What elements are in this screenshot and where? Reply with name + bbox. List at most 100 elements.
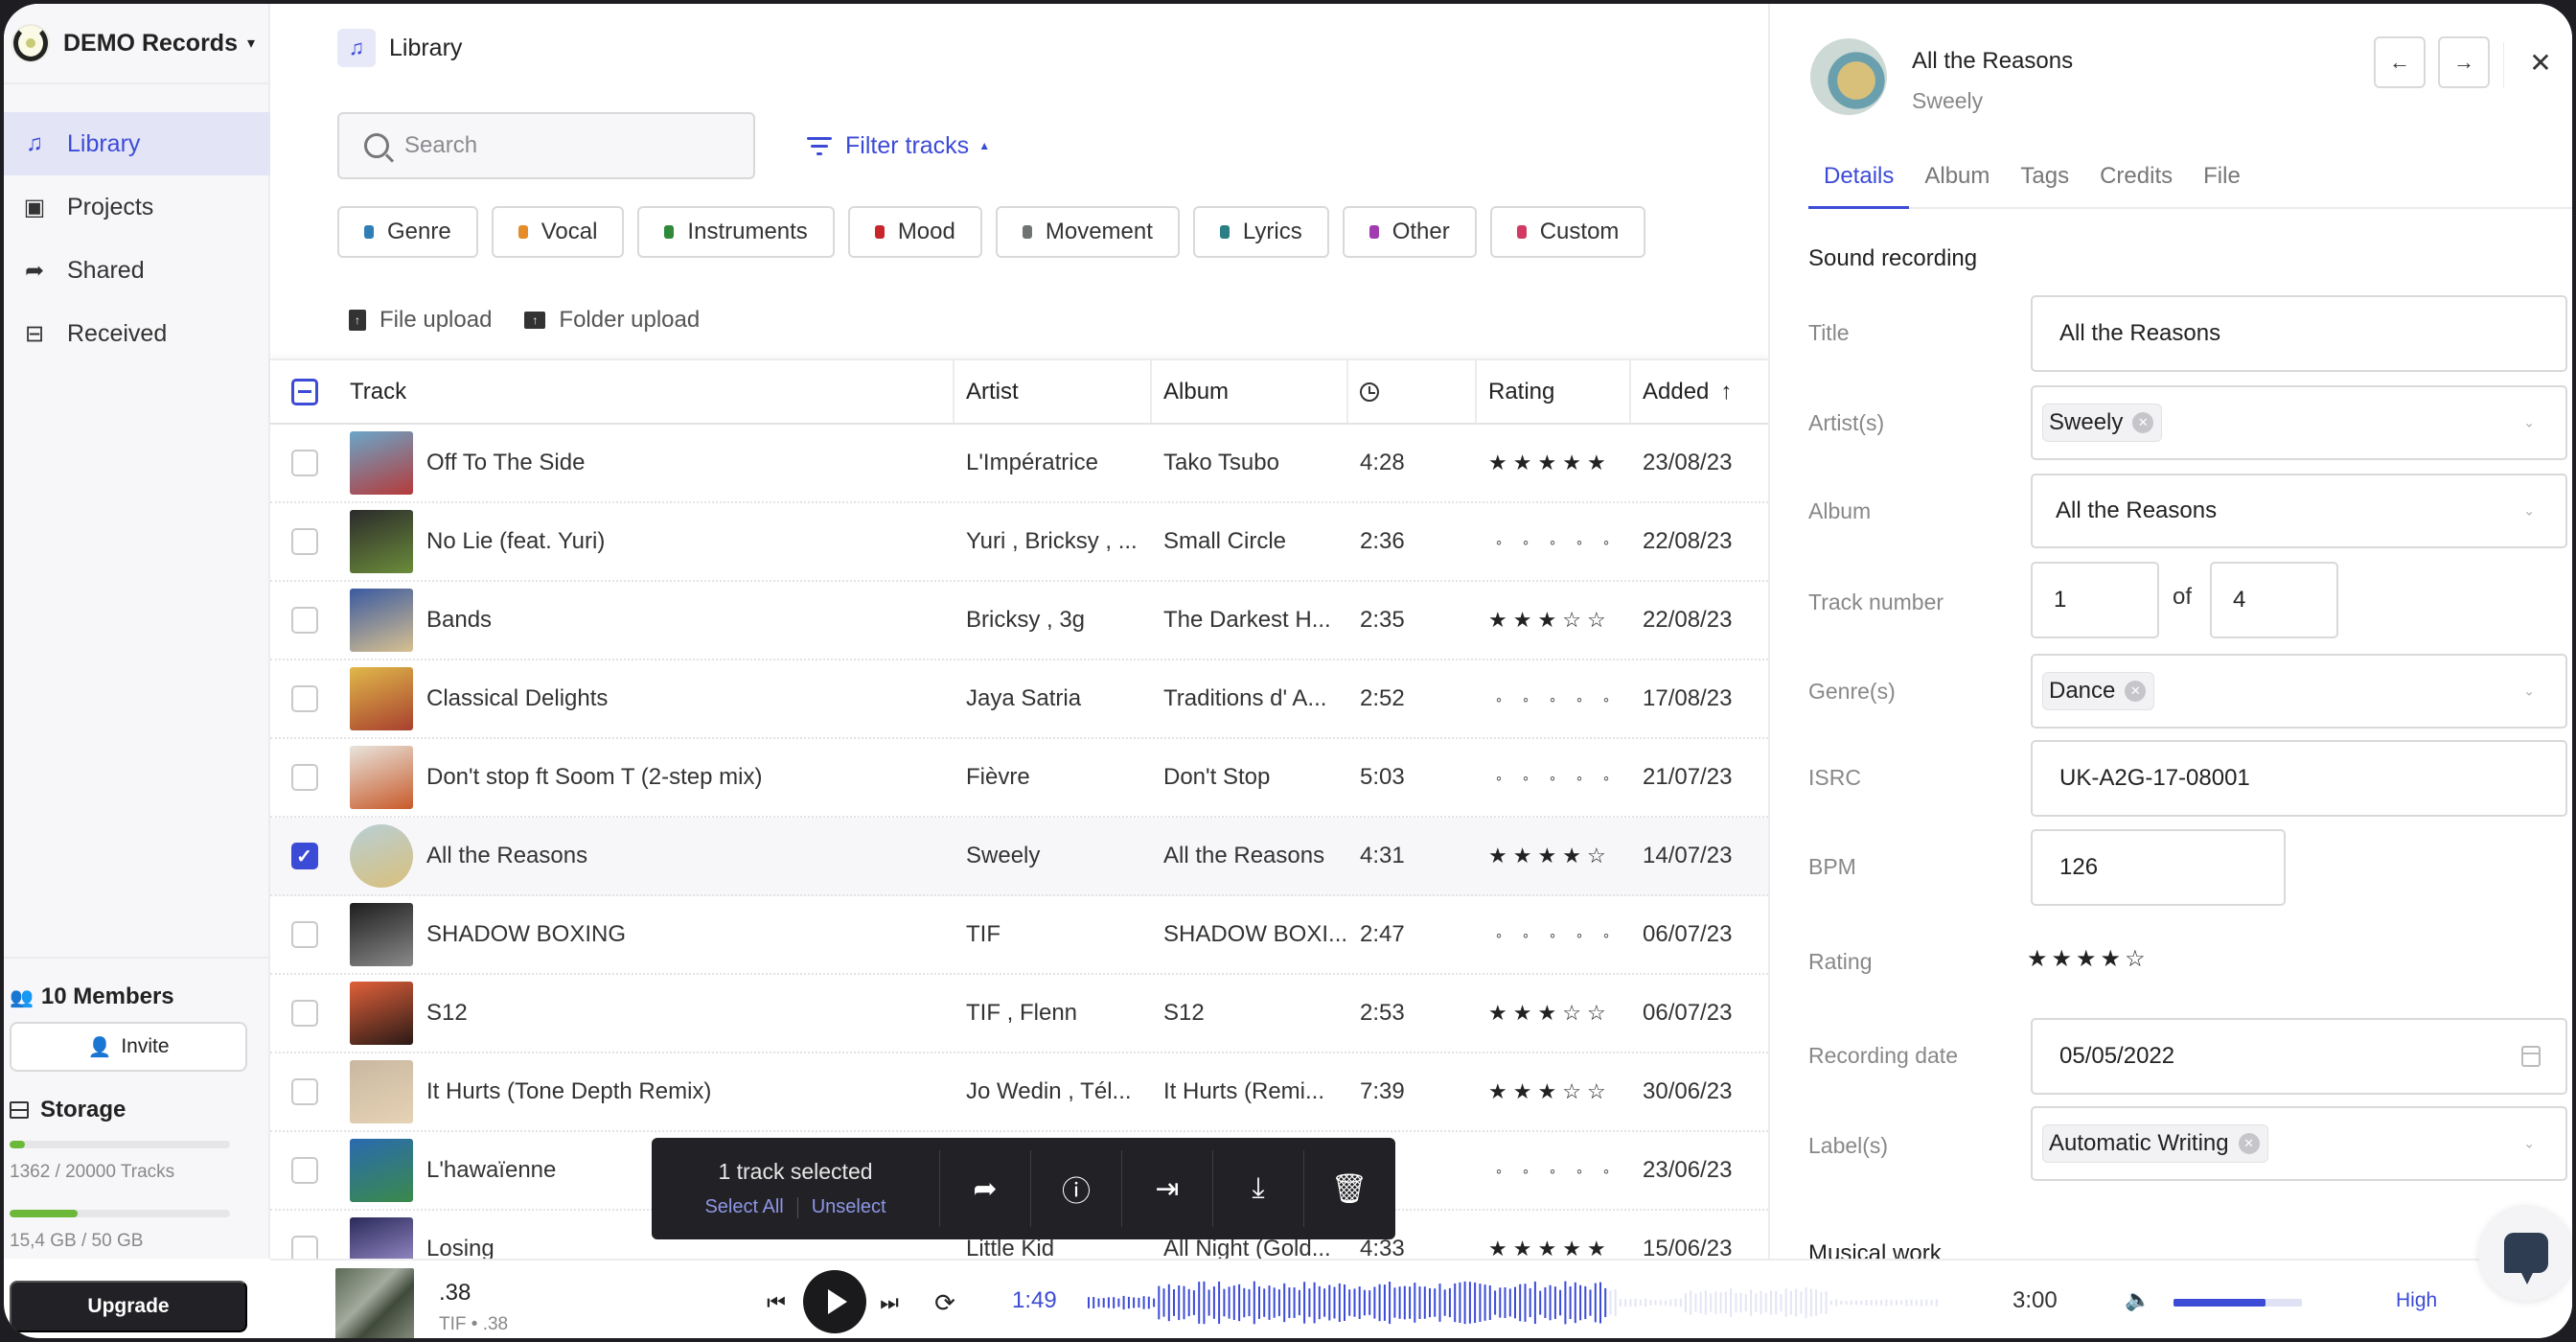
rating-dot-icon[interactable]: ∘ — [1569, 770, 1590, 786]
filter-chip-lyrics[interactable]: Lyrics — [1192, 206, 1329, 258]
remove-tag-icon[interactable]: ✕ — [2238, 1133, 2260, 1154]
star-empty-icon[interactable]: ☆ — [1587, 608, 1606, 633]
star-filled-icon[interactable]: ★ — [1513, 844, 1532, 868]
filter-chip-mood[interactable]: Mood — [847, 206, 982, 258]
isrc-field[interactable]: UK-A2G-17-08001 — [2031, 740, 2567, 817]
table-row[interactable]: Don't stop ft Soom T (2-step mix) Fièvre D… — [270, 739, 1768, 818]
rating-dot-icon[interactable]: ∘ — [1569, 927, 1590, 943]
unselect-link[interactable]: Unselect — [812, 1196, 886, 1218]
rating-dot-icon[interactable]: ∘ — [1488, 1163, 1509, 1179]
rating-dot-icon[interactable]: ∘ — [1488, 770, 1509, 786]
rating-dot-icon[interactable]: ∘ — [1596, 1163, 1617, 1179]
play-button[interactable] — [803, 1270, 866, 1333]
rating-dot-icon[interactable]: ∘ — [1542, 927, 1563, 943]
move-to-folder-button[interactable]: ⇥ — [1121, 1150, 1212, 1227]
row-checkbox[interactable] — [290, 1078, 318, 1105]
chevron-down-icon[interactable]: ⌄ — [2523, 415, 2535, 431]
tab-file[interactable]: File — [2188, 157, 2256, 209]
share-button[interactable]: ➦ — [939, 1150, 1030, 1227]
column-rating[interactable]: Rating — [1477, 360, 1631, 423]
remove-tag-icon[interactable]: ✕ — [2125, 681, 2147, 702]
rating-stars[interactable]: ★ ★ ★ ★ ☆ — [1488, 844, 1606, 868]
tab-details[interactable]: Details — [1808, 157, 1910, 209]
filter-chip-vocal[interactable]: Vocal — [491, 206, 625, 258]
chevron-down-icon[interactable]: ⌄ — [2523, 503, 2535, 520]
sidebar-item-shared[interactable]: ➦ Shared — [4, 239, 270, 302]
rating-dot-icon[interactable]: ∘ — [1515, 927, 1536, 943]
star-filled-icon[interactable]: ★ — [1513, 1001, 1532, 1026]
column-added[interactable]: Added ↑ — [1631, 360, 1768, 423]
rating-input[interactable]: ★ ★ ★ ★ ☆ — [2027, 945, 2146, 973]
star-filled-icon[interactable]: ★ — [1562, 844, 1581, 868]
star-empty-icon[interactable]: ☆ — [2125, 945, 2146, 973]
star-filled-icon[interactable]: ★ — [1537, 451, 1556, 475]
next-icon[interactable]: ⏭ — [874, 1287, 905, 1318]
rating-dot-icon[interactable]: ∘ — [1542, 691, 1563, 707]
star-empty-icon[interactable]: ☆ — [1562, 1001, 1581, 1026]
rating-stars[interactable]: ★ ★ ★ ★ ★ — [1488, 451, 1606, 475]
rating-dot-icon[interactable]: ∘ — [1596, 691, 1617, 707]
filter-chip-other[interactable]: Other — [1342, 206, 1477, 258]
folder-upload-button[interactable]: ↑ Folder upload — [524, 307, 700, 334]
trash-button[interactable]: 🗑 — [1303, 1150, 1394, 1227]
rating-stars[interactable]: ★ ★ ★ ☆ ☆ — [1488, 1001, 1606, 1026]
track-number-input[interactable]: 1 — [2031, 562, 2159, 638]
star-empty-icon[interactable]: ☆ — [1587, 844, 1606, 868]
labels-field[interactable]: Automatic Writing ✕ ⌄ — [2031, 1106, 2567, 1181]
table-row[interactable]: SHADOW BOXING TIF SHADOW BOXI... 2:47 ∘ ∘ ∘ ∘ ∘ 0… — [270, 896, 1768, 975]
close-panel-button[interactable]: ✕ — [2521, 40, 2560, 84]
table-row[interactable]: It Hurts (Tone Depth Remix) Jo Wedin , Té… — [270, 1053, 1768, 1132]
star-filled-icon[interactable]: ★ — [2076, 945, 2097, 973]
next-track-button[interactable]: → — [2438, 36, 2490, 88]
quality-selector[interactable]: High — [2396, 1289, 2437, 1312]
title-field[interactable]: All the Reasons — [2031, 295, 2567, 372]
star-filled-icon[interactable]: ★ — [1488, 1079, 1507, 1104]
rating-dot-icon[interactable]: ∘ — [1542, 1163, 1563, 1179]
rating-dot-icon[interactable]: ∘ — [1596, 770, 1617, 786]
star-empty-icon[interactable]: ☆ — [1587, 1001, 1606, 1026]
rating-stars[interactable]: ∘ ∘ ∘ ∘ ∘ — [1488, 927, 1617, 943]
star-filled-icon[interactable]: ★ — [1562, 451, 1581, 475]
rating-dot-icon[interactable]: ∘ — [1515, 534, 1536, 550]
waveform-scrubber[interactable] — [1087, 1274, 1940, 1331]
sidebar-item-received[interactable]: ⊟ Received — [4, 302, 270, 365]
row-checkbox[interactable] — [290, 1000, 318, 1027]
artists-field[interactable]: Sweely ✕ ⌄ — [2031, 385, 2567, 460]
star-filled-icon[interactable]: ★ — [1513, 1079, 1532, 1104]
column-album[interactable]: Album — [1152, 360, 1348, 423]
star-filled-icon[interactable]: ★ — [1537, 608, 1556, 633]
recording-date-field[interactable]: 05/05/2022 — [2031, 1018, 2567, 1095]
star-empty-icon[interactable]: ☆ — [1587, 1079, 1606, 1104]
rating-stars[interactable]: ∘ ∘ ∘ ∘ ∘ — [1488, 691, 1617, 707]
column-track[interactable]: Track — [338, 360, 954, 423]
column-artist[interactable]: Artist — [954, 360, 1152, 423]
previous-icon[interactable]: ⏮ — [761, 1287, 792, 1318]
remove-tag-icon[interactable]: ✕ — [2132, 412, 2154, 433]
rating-dot-icon[interactable]: ∘ — [1515, 1163, 1536, 1179]
rating-dot-icon[interactable]: ∘ — [1488, 927, 1509, 943]
row-checkbox[interactable] — [290, 685, 318, 712]
select-all-checkbox[interactable] — [290, 378, 318, 405]
rating-stars[interactable]: ∘ ∘ ∘ ∘ ∘ — [1488, 534, 1617, 550]
info-button[interactable]: ⓘ — [1030, 1150, 1121, 1227]
calendar-icon[interactable] — [2521, 1046, 2541, 1067]
rating-dot-icon[interactable]: ∘ — [1542, 770, 1563, 786]
genres-field[interactable]: Dance ✕ ⌄ — [2031, 654, 2567, 729]
volume-slider[interactable] — [2174, 1299, 2302, 1307]
filter-chip-custom[interactable]: Custom — [1489, 206, 1646, 258]
star-filled-icon[interactable]: ★ — [2101, 945, 2122, 973]
chevron-down-icon[interactable]: ⌄ — [2523, 1136, 2535, 1152]
sidebar-item-library[interactable]: ♫ Library — [4, 112, 270, 175]
tab-tags[interactable]: Tags — [2005, 157, 2084, 209]
search-input[interactable] — [404, 132, 730, 159]
row-checkbox[interactable] — [290, 528, 318, 555]
row-checkbox[interactable] — [290, 607, 318, 634]
row-checkbox[interactable] — [290, 1157, 318, 1184]
rating-dot-icon[interactable]: ∘ — [1542, 534, 1563, 550]
star-filled-icon[interactable]: ★ — [1488, 451, 1507, 475]
volume-icon[interactable]: 🔈 — [2125, 1287, 2150, 1312]
star-filled-icon[interactable]: ★ — [1513, 608, 1532, 633]
row-checkbox[interactable] — [290, 921, 318, 948]
track-total-input[interactable]: 4 — [2210, 562, 2338, 638]
select-all-link[interactable]: Select All — [704, 1196, 783, 1218]
